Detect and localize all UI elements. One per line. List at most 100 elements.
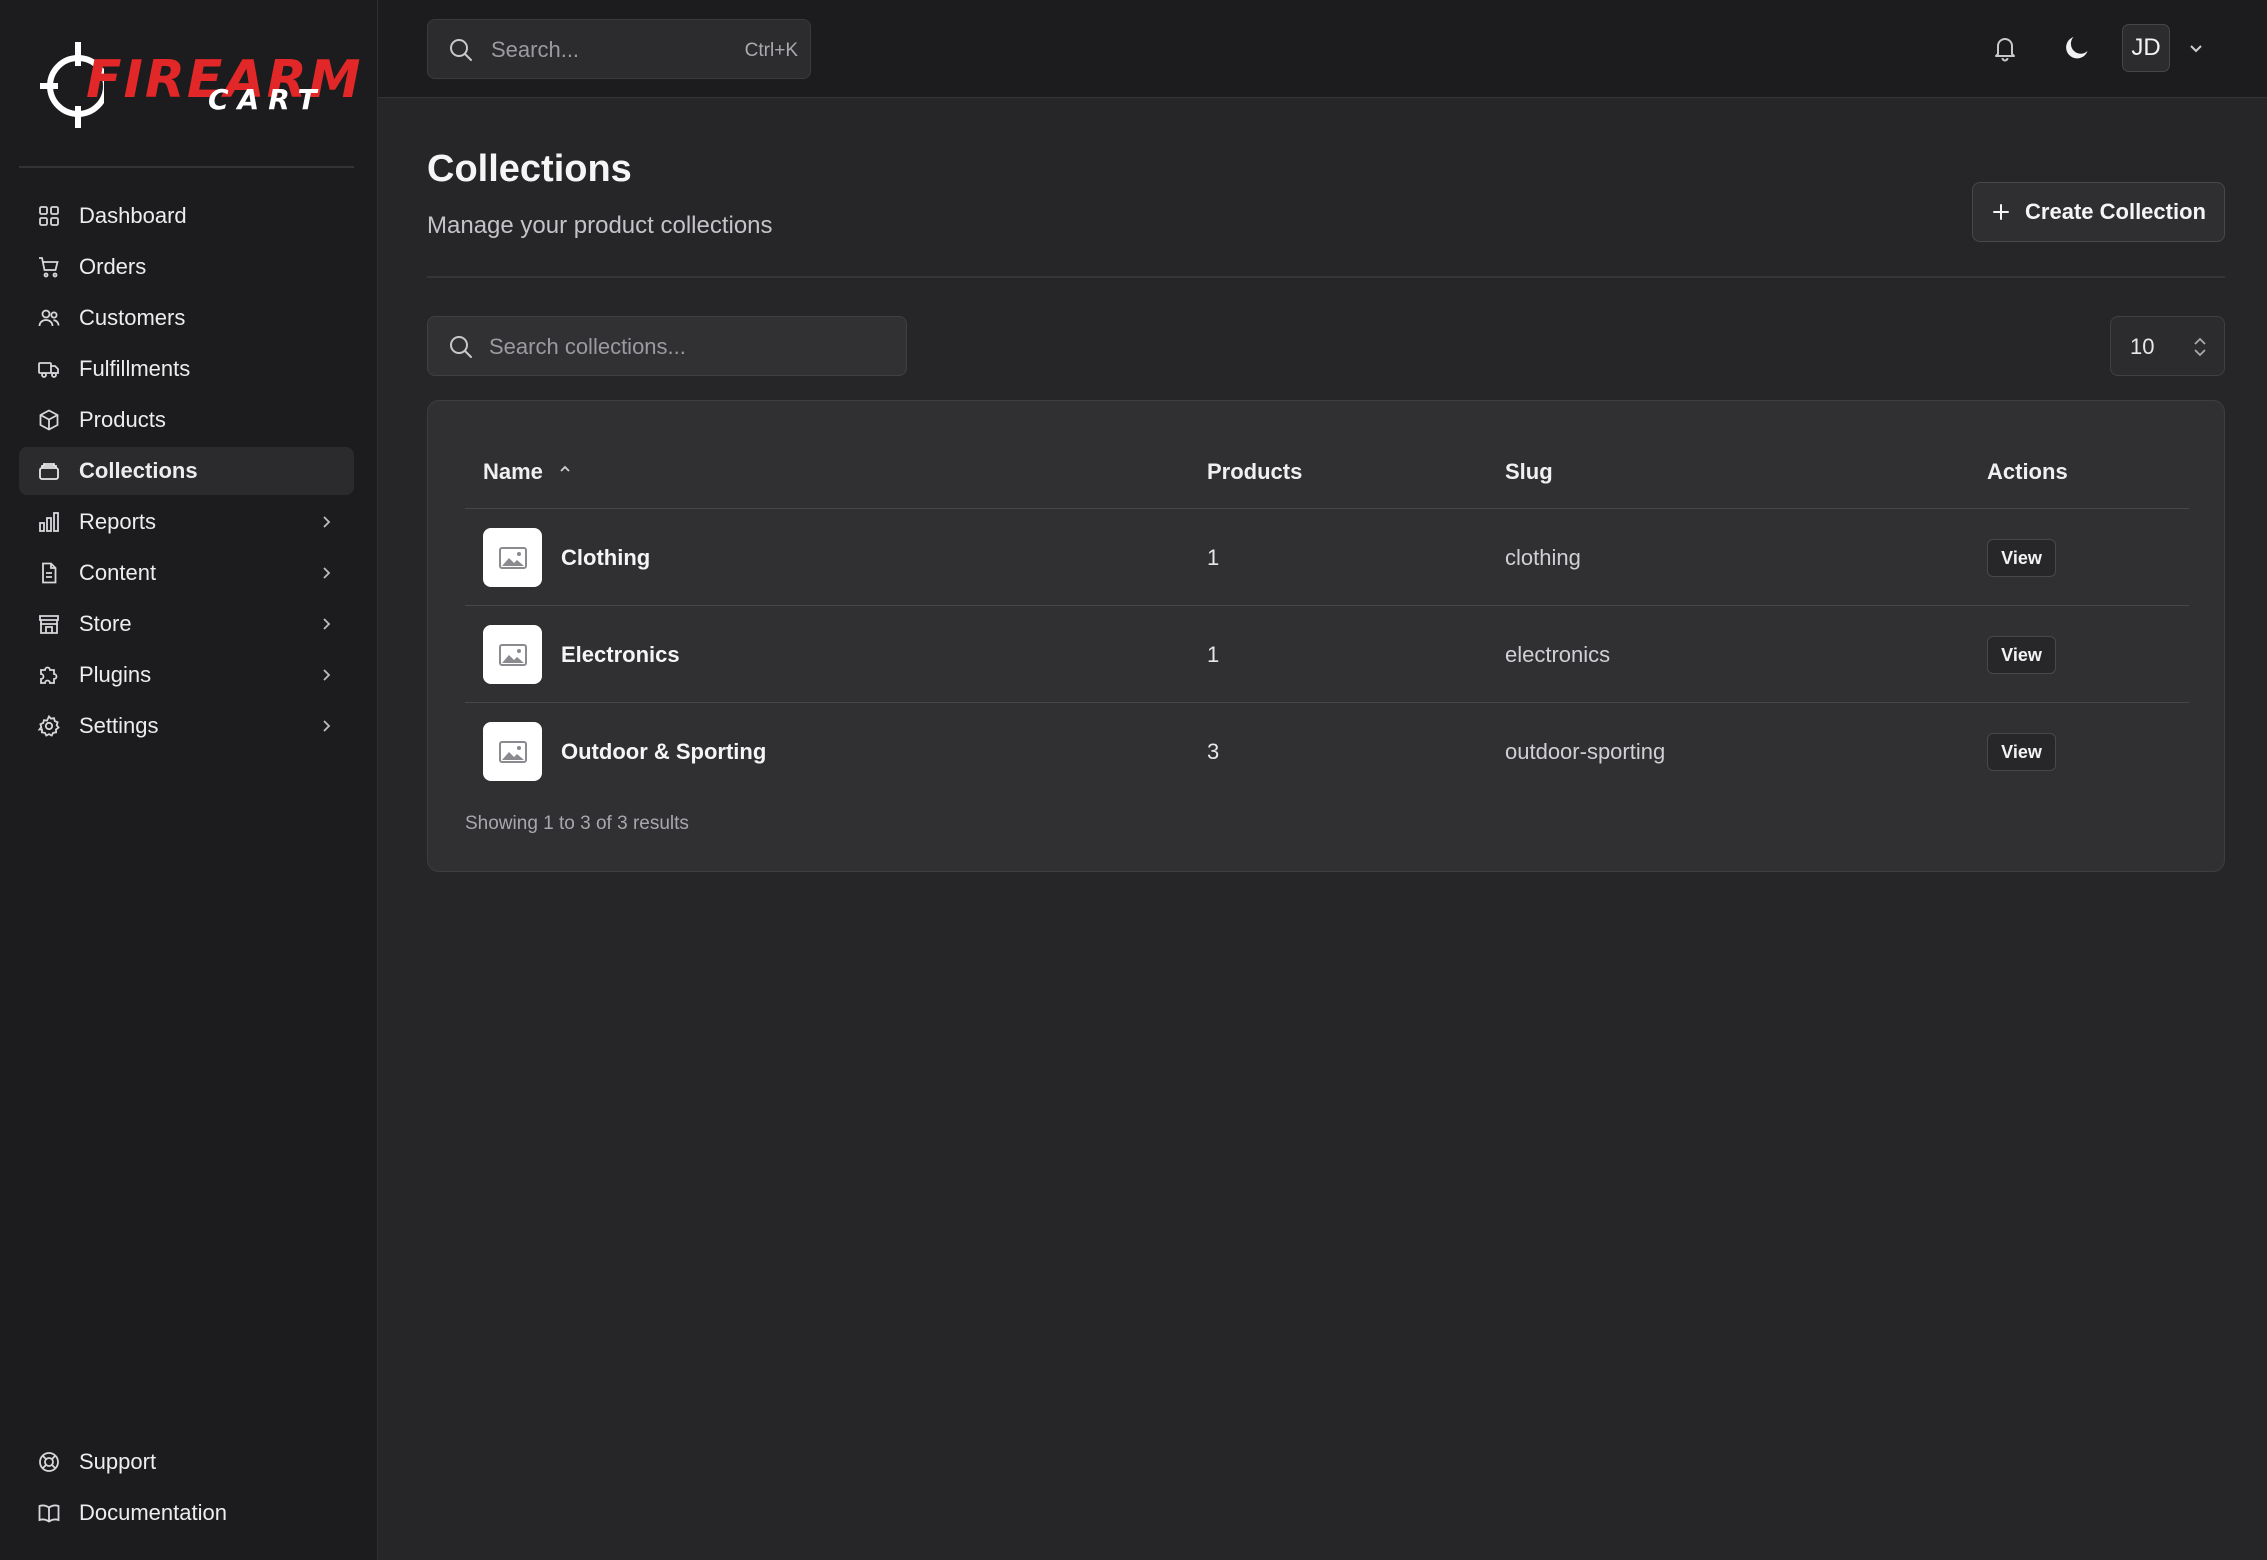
sidebar-item-label: Dashboard: [79, 203, 187, 228]
page-subtitle: Manage your product collections: [427, 212, 773, 239]
sidebar-item-label: Collections: [79, 458, 198, 483]
brand-name-bottom: CART: [208, 83, 326, 116]
sidebar-item-documentation[interactable]: Documentation: [19, 1489, 354, 1537]
header-divider: [427, 276, 2225, 278]
gear-icon: [37, 714, 61, 738]
collection-products-count: 3: [1207, 739, 1220, 764]
results-summary: Showing 1 to 3 of 3 results: [465, 813, 689, 834]
sort-ascending-icon: [560, 465, 570, 472]
page-title: Collections: [427, 148, 632, 190]
table-row: Clothing 1 clothing View: [465, 509, 2189, 606]
sidebar-item-products[interactable]: Products: [19, 396, 354, 444]
cart-icon: [37, 255, 61, 279]
column-header-name[interactable]: Name: [483, 459, 573, 485]
chevron-right-icon: [323, 720, 331, 732]
user-avatar[interactable]: JD: [2122, 24, 2170, 72]
sidebar-item-dashboard[interactable]: Dashboard: [19, 192, 354, 240]
collection-thumbnail: [483, 722, 542, 781]
sidebar-item-orders[interactable]: Orders: [19, 243, 354, 291]
sidebar-item-settings[interactable]: Settings: [19, 702, 354, 750]
collection-name[interactable]: Outdoor & Sporting: [561, 739, 766, 765]
column-header-products[interactable]: Products: [1207, 459, 1302, 485]
collections-search-input[interactable]: Search collections...: [427, 316, 907, 376]
search-icon: [450, 336, 472, 358]
column-header-name-label: Name: [483, 459, 543, 484]
brand-logo[interactable]: FIREARM CART: [40, 34, 360, 130]
collection-products-count: 1: [1207, 545, 1220, 570]
collection-products-count: 1: [1207, 642, 1220, 667]
chevron-down-icon[interactable]: [2186, 38, 2206, 58]
table-row: Electronics 1 electronics View: [465, 606, 2189, 703]
box-icon: [37, 408, 61, 432]
sidebar-item-customers[interactable]: Customers: [19, 294, 354, 342]
column-header-slug[interactable]: Slug: [1505, 459, 1553, 485]
grid-icon: [37, 204, 61, 228]
collection-slug: outdoor-sporting: [1505, 739, 1666, 764]
table-row: Outdoor & Sporting 3 outdoor-sporting Vi…: [465, 703, 2189, 800]
global-search-input[interactable]: Search... Ctrl+K: [427, 19, 811, 79]
column-header-actions: Actions: [1987, 459, 2068, 484]
store-icon: [37, 612, 61, 636]
chevron-right-icon: [323, 669, 331, 681]
book-icon: [37, 1501, 61, 1525]
sidebar-item-label: Documentation: [79, 1500, 227, 1525]
sidebar-divider: [19, 166, 354, 168]
sidebar: FIREARM CART Dashboard Orders Customers: [0, 0, 378, 1560]
sidebar-item-label: Orders: [79, 254, 147, 279]
sidebar-item-support[interactable]: Support: [19, 1438, 354, 1486]
image-placeholder-icon: [498, 643, 527, 666]
collection-slug: clothing: [1505, 545, 1581, 570]
sidebar-item-label: Reports: [79, 509, 157, 534]
sidebar-item-label: Settings: [79, 713, 159, 738]
search-icon: [450, 39, 472, 61]
sidebar-item-label: Customers: [79, 305, 186, 330]
collection-thumbnail: [483, 625, 542, 684]
collection-thumbnail: [483, 528, 542, 587]
view-button[interactable]: View: [1987, 733, 2056, 771]
lifebuoy-icon: [37, 1450, 61, 1474]
collections-table-card: Name Products Slug Actions Clothing 1 cl…: [427, 400, 2225, 872]
sidebar-item-label: Plugins: [79, 662, 152, 687]
sidebar-item-label: Store: [79, 611, 132, 636]
moon-icon[interactable]: [2061, 32, 2093, 64]
collections-search-placeholder: Search collections...: [489, 334, 686, 359]
sidebar-item-plugins[interactable]: Plugins: [19, 651, 354, 699]
sidebar-item-label: Support: [79, 1449, 157, 1474]
global-search-placeholder: Search...: [491, 37, 580, 62]
sidebar-item-label: Fulfillments: [79, 356, 191, 381]
layers-icon: [37, 459, 61, 483]
sidebar-item-fulfillments[interactable]: Fulfillments: [19, 345, 354, 393]
view-button[interactable]: View: [1987, 636, 2056, 674]
topbar: Search... Ctrl+K JD: [378, 0, 2267, 98]
collection-name[interactable]: Clothing: [561, 545, 650, 571]
sidebar-item-collections[interactable]: Collections: [19, 447, 354, 495]
sidebar-item-label: Content: [79, 560, 157, 585]
create-collection-button[interactable]: Create Collection: [1972, 182, 2225, 242]
table-header: Name Products Slug Actions: [465, 439, 2189, 509]
collection-slug: electronics: [1505, 642, 1611, 667]
per-page-select[interactable]: 10: [2110, 316, 2225, 376]
view-button[interactable]: View: [1987, 539, 2056, 577]
sidebar-bottom-nav: Support Documentation: [19, 1438, 354, 1540]
search-shortcut-hint: Ctrl+K: [744, 40, 798, 61]
sidebar-item-content[interactable]: Content: [19, 549, 354, 597]
sidebar-item-reports[interactable]: Reports: [19, 498, 354, 546]
bell-icon[interactable]: [1989, 32, 2021, 64]
plus-icon: [1993, 204, 2010, 220]
users-icon: [37, 306, 61, 330]
user-initials: JD: [2131, 34, 2161, 61]
truck-icon: [37, 357, 61, 381]
collections-table: Name Products Slug Actions Clothing 1 cl…: [465, 439, 2189, 800]
sidebar-item-label: Products: [79, 407, 166, 432]
image-placeholder-icon: [498, 740, 527, 763]
file-icon: [37, 561, 61, 585]
create-collection-label: Create Collection: [2025, 199, 2206, 224]
collection-name[interactable]: Electronics: [561, 642, 680, 668]
puzzle-icon: [37, 663, 61, 687]
sidebar-nav: Dashboard Orders Customers Fulfillments …: [19, 192, 354, 753]
sidebar-item-store[interactable]: Store: [19, 600, 354, 648]
per-page-value: 10: [2130, 334, 2155, 359]
chevron-right-icon: [323, 618, 331, 630]
chevron-right-icon: [323, 567, 331, 579]
chevron-updown-icon: [2194, 337, 2206, 357]
